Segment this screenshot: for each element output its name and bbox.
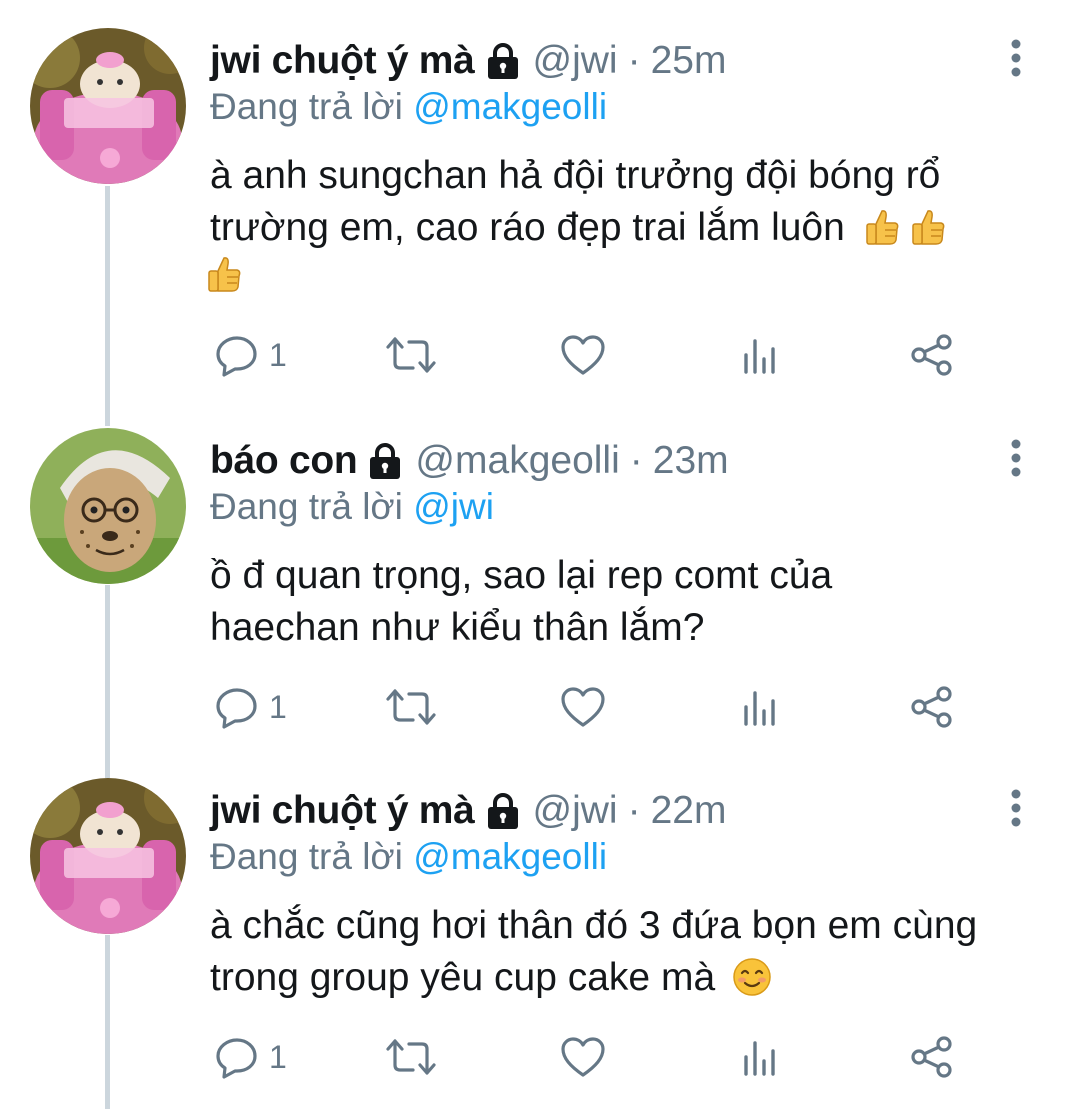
- display-name[interactable]: jwi chuột ý mà: [210, 39, 475, 83]
- reply-icon: [215, 685, 259, 729]
- reply-mention-link[interactable]: @makgeolli: [413, 86, 607, 127]
- retweet-button[interactable]: [385, 1032, 437, 1082]
- reply-button[interactable]: 1: [215, 330, 287, 380]
- retweet-button[interactable]: [385, 682, 437, 732]
- tweet-actions: 1: [210, 1032, 970, 1082]
- analytics-icon: [740, 687, 780, 727]
- like-icon: [560, 686, 606, 728]
- reply-icon: [215, 1035, 259, 1079]
- tweet-text-content: ồ đ quan trọng, sao lại rep comt của hae…: [210, 554, 833, 649]
- tweet-actions: 1: [210, 330, 970, 380]
- analytics-button[interactable]: [740, 330, 780, 380]
- share-icon: [910, 1035, 954, 1079]
- hamster-avatar-image: [30, 28, 186, 184]
- analytics-icon: [740, 335, 780, 375]
- reply-icon: [215, 333, 259, 377]
- tweet-text: à anh sungchan hả đội trưởng đội bóng rổ…: [208, 150, 1040, 294]
- display-name[interactable]: báo con: [210, 439, 358, 483]
- reply-button[interactable]: 1: [215, 682, 287, 732]
- reply-mention-link[interactable]: @makgeolli: [413, 836, 607, 877]
- retweet-button[interactable]: [385, 330, 437, 380]
- replying-to-label: Đang trả lời: [210, 836, 403, 877]
- user-handle[interactable]: @makgeolli: [415, 439, 619, 483]
- thumbs-up-emoji-icon: [862, 207, 902, 247]
- avatar[interactable]: [30, 778, 186, 934]
- replying-to-label: Đang trả lời: [210, 86, 403, 127]
- tweet-text: ồ đ quan trọng, sao lại rep comt của hae…: [210, 550, 910, 654]
- timestamp[interactable]: 25m: [651, 39, 727, 83]
- hamster-avatar-image: [30, 778, 186, 934]
- tweet[interactable]: báo con @makgeolli · 23m Đang trả lời @j…: [0, 400, 1080, 750]
- more-vertical-icon[interactable]: [1004, 438, 1028, 478]
- user-handle[interactable]: @jwi: [533, 789, 618, 833]
- thumbs-up-emoji-icon: [908, 207, 948, 247]
- replying-to-label: Đang trả lời: [210, 486, 403, 527]
- smiling-face-emoji-icon: [732, 957, 772, 997]
- like-button[interactable]: [560, 330, 606, 380]
- separator-dot: ·: [627, 39, 641, 82]
- analytics-button[interactable]: [740, 682, 780, 732]
- user-handle[interactable]: @jwi: [533, 39, 618, 83]
- analytics-icon: [740, 1037, 780, 1077]
- tweet[interactable]: jwi chuột ý mà @jwi · 22m Đang trả lời @…: [0, 750, 1080, 1100]
- like-icon: [560, 334, 606, 376]
- avatar[interactable]: [30, 428, 186, 584]
- like-button[interactable]: [560, 682, 606, 732]
- share-button[interactable]: [910, 330, 954, 380]
- tweet-actions: 1: [210, 682, 970, 732]
- share-icon: [910, 333, 954, 377]
- replying-to: Đang trả lời @jwi: [210, 486, 494, 528]
- like-icon: [560, 1036, 606, 1078]
- tweet-text-content: à anh sungchan hả đội trưởng đội bóng rổ…: [210, 154, 941, 249]
- separator-dot: ·: [627, 789, 641, 832]
- cheetah-avatar-image: [30, 428, 186, 584]
- tweet-text: à chắc cũng hơi thân đó 3 đứa bọn em cùn…: [210, 900, 1040, 1004]
- replying-to: Đang trả lời @makgeolli: [210, 836, 607, 878]
- share-icon: [910, 685, 954, 729]
- replying-to: Đang trả lời @makgeolli: [210, 86, 607, 128]
- tweet-text-content: à chắc cũng hơi thân đó 3 đứa bọn em cùn…: [210, 904, 978, 999]
- reply-count: 1: [269, 336, 287, 373]
- reply-mention-link[interactable]: @jwi: [413, 486, 494, 527]
- lock-icon: [485, 42, 521, 80]
- retweet-icon: [385, 1035, 437, 1079]
- like-button[interactable]: [560, 1032, 606, 1082]
- analytics-button[interactable]: [740, 1032, 780, 1082]
- reply-button[interactable]: 1: [215, 1032, 287, 1082]
- more-vertical-icon[interactable]: [1004, 788, 1028, 828]
- separator-dot: ·: [629, 439, 643, 482]
- reply-count: 1: [269, 688, 287, 725]
- reply-count: 1: [269, 1038, 287, 1075]
- retweet-icon: [385, 685, 437, 729]
- share-button[interactable]: [910, 1032, 954, 1082]
- display-name[interactable]: jwi chuột ý mà: [210, 789, 475, 833]
- lock-icon: [367, 442, 403, 480]
- tweet[interactable]: jwi chuột ý mà @jwi · 25m Đang trả lời @…: [0, 0, 1080, 377]
- lock-icon: [485, 792, 521, 830]
- share-button[interactable]: [910, 682, 954, 732]
- more-vertical-icon[interactable]: [1004, 38, 1028, 78]
- timestamp[interactable]: 23m: [653, 439, 729, 483]
- avatar[interactable]: [30, 28, 186, 184]
- retweet-icon: [385, 333, 437, 377]
- thumbs-up-emoji-icon: [204, 254, 244, 294]
- timestamp[interactable]: 22m: [651, 789, 727, 833]
